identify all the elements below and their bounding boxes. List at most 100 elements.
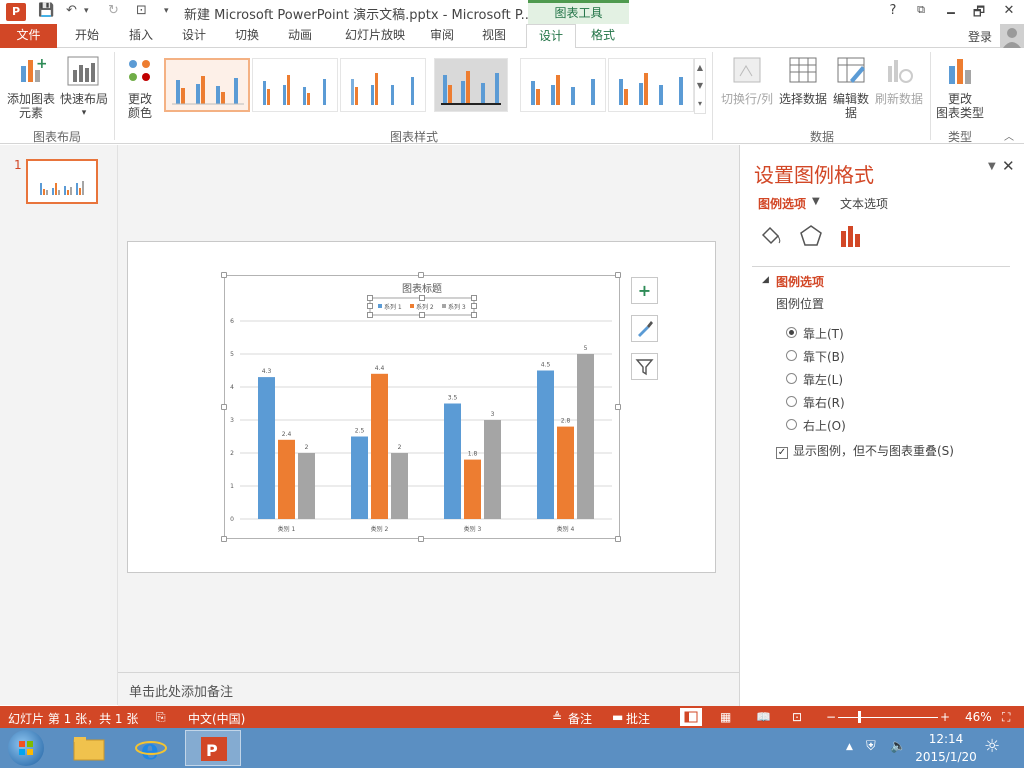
clock-date[interactable]: 2015/1/20 (908, 750, 984, 764)
resize-handle[interactable] (615, 404, 621, 410)
zoom-in-icon[interactable]: + (940, 710, 950, 724)
save-icon[interactable]: 💾 (38, 3, 54, 18)
powerpoint-taskbar[interactable]: P (185, 730, 241, 766)
resize-handle[interactable] (221, 404, 227, 410)
resize-handle[interactable] (418, 272, 424, 278)
radio-top[interactable]: 靠上(T) (786, 325, 844, 342)
chart[interactable]: 图表标题 0 1 2 3 4 5 6 4.3 2.4 2 类别 1 2.5 4.4 2 类别 2 3.5 1.8 3… (224, 275, 620, 539)
tray-expand-icon[interactable]: ▲ (846, 742, 853, 752)
chart-style-5[interactable] (520, 58, 606, 112)
change-chart-type-button[interactable]: 更改 图表类型 (934, 52, 986, 126)
pane-options-dropdown-icon[interactable]: ▼ (988, 161, 996, 172)
zoom-out-icon[interactable]: − (826, 710, 836, 724)
chart-style-4[interactable] (434, 58, 508, 112)
user-avatar[interactable] (1000, 24, 1024, 48)
category-label: 类别 3 (464, 525, 482, 533)
comments-button[interactable]: 批注 (626, 710, 650, 727)
switch-row-column-button[interactable]: 切换行/列 (718, 52, 776, 126)
help-button[interactable]: ? (880, 3, 906, 18)
chart-style-6[interactable] (608, 58, 694, 112)
legend-options-tab[interactable]: 图例选项 (758, 195, 806, 212)
effects-pentagon-icon[interactable] (798, 223, 824, 249)
security-shield-icon[interactable]: ⛨ (866, 739, 876, 754)
ribbon-display-options-button[interactable]: ⧉ (908, 3, 934, 17)
legend-options-bar-icon[interactable] (838, 223, 864, 249)
tab-insert[interactable]: 插入 (116, 24, 166, 48)
chart-filters-button[interactable] (631, 353, 658, 380)
tab-transitions[interactable]: 切换 (222, 24, 272, 48)
radio-top-right[interactable]: 右上(O) (786, 417, 846, 434)
text-options-tab[interactable]: 文本选项 (840, 195, 888, 212)
clock-time[interactable]: 12:14 (908, 732, 984, 746)
tab-slideshow[interactable]: 幻灯片放映 (333, 24, 417, 48)
notes-toggle-button[interactable]: 备注 (568, 710, 592, 727)
collapse-ribbon-icon[interactable]: ︿ (1004, 128, 1014, 143)
radio-left[interactable]: 靠左(L) (786, 371, 843, 388)
select-data-button[interactable]: 选择数据 (778, 52, 828, 126)
tab-file[interactable]: 文件 (0, 24, 57, 48)
close-button[interactable]: ✕ (996, 3, 1022, 18)
powerpoint-app-icon[interactable]: P (6, 3, 26, 21)
redo-icon[interactable]: ↻ (108, 3, 119, 18)
section-collapse-icon[interactable]: ◢ (762, 275, 769, 285)
login-link[interactable]: 登录 (968, 28, 992, 45)
radio-bottom[interactable]: 靠下(B) (786, 348, 845, 365)
slide-thumbnail[interactable] (26, 159, 98, 204)
tab-chart-format[interactable]: 格式 (578, 24, 628, 48)
internet-explorer-taskbar[interactable]: e (132, 732, 170, 766)
change-colors-button[interactable]: 更改 颜色 (120, 52, 160, 126)
radio-right[interactable]: 靠右(R) (786, 394, 845, 411)
add-chart-element-icon: + (21, 56, 46, 82)
file-explorer-taskbar[interactable] (70, 732, 108, 764)
fit-slide-icon[interactable]: ⛶ (1002, 710, 1010, 725)
zoom-slider-thumb[interactable] (858, 711, 861, 723)
customize-toolbar-icon[interactable]: ▾ (164, 6, 169, 16)
add-chart-element-button[interactable]: + 添加图表 元素 (6, 52, 56, 126)
tab-design[interactable]: 设计 (169, 24, 219, 48)
chart-style-3[interactable] (340, 58, 426, 112)
resize-handle[interactable] (418, 536, 424, 542)
tab-chart-design[interactable]: 设计 (526, 24, 576, 49)
reading-view-icon[interactable]: 📖 (756, 710, 771, 724)
y-tick-label: 2 (230, 450, 234, 457)
chart-elements-button[interactable]: + (631, 277, 658, 304)
resize-handle[interactable] (221, 536, 227, 542)
radio-top-right-label: 右上(O) (803, 419, 846, 433)
tab-animations[interactable]: 动画 (275, 24, 325, 48)
chart-styles-button[interactable] (631, 315, 658, 342)
windows-logo-icon (19, 741, 33, 755)
slideshow-view-icon[interactable]: ⊡ (792, 710, 802, 724)
minimize-button[interactable]: 🗕 (938, 3, 964, 25)
brightness-icon[interactable]: ☼ (984, 736, 1000, 757)
zoom-level[interactable]: 46% (965, 710, 992, 724)
resize-handle[interactable] (221, 272, 227, 278)
zoom-slider-track[interactable] (838, 717, 938, 718)
legend-options-tab-dropdown-icon[interactable]: ▼ (812, 196, 820, 207)
tab-review[interactable]: 审阅 (420, 24, 464, 48)
tab-view[interactable]: 视图 (470, 24, 518, 48)
edit-data-button[interactable]: 编辑数 据 (830, 52, 872, 126)
language-indicator[interactable]: 中文(中国) (188, 710, 245, 727)
legend-options-section-heading[interactable]: 图例选项 (776, 273, 824, 290)
spellcheck-icon[interactable]: ⎘ (156, 710, 166, 725)
fill-line-icon[interactable] (758, 223, 784, 249)
gallery-scroll[interactable]: ▲ ▼ ▾ (694, 58, 706, 114)
quick-layout-button[interactable]: 快速布局 ▾ (59, 52, 109, 126)
slide-sorter-view-icon[interactable]: ▦ (720, 710, 731, 724)
resize-handle[interactable] (615, 536, 621, 542)
no-overlap-checkbox[interactable]: ✓ 显示图例，但不与图表重叠(S) (776, 442, 954, 459)
chart-style-1[interactable] (164, 58, 250, 112)
restore-button[interactable]: 🗗 (966, 3, 992, 25)
refresh-data-button[interactable]: 刷新数据 (872, 52, 926, 126)
start-button[interactable] (8, 730, 44, 766)
notes-pane[interactable]: 单击此处添加备注 (118, 672, 739, 706)
normal-view-button[interactable] (680, 708, 702, 726)
pane-close-icon[interactable]: ✕ (1002, 157, 1015, 175)
undo-dropdown-icon[interactable]: ▾ (84, 6, 89, 16)
undo-icon[interactable]: ↶ (66, 3, 77, 18)
tab-home[interactable]: 开始 (62, 24, 112, 48)
volume-icon[interactable]: 🔈 (890, 739, 906, 754)
slideshow-start-icon[interactable]: ⊡ (136, 3, 147, 18)
resize-handle[interactable] (615, 272, 621, 278)
chart-style-2[interactable] (252, 58, 338, 112)
